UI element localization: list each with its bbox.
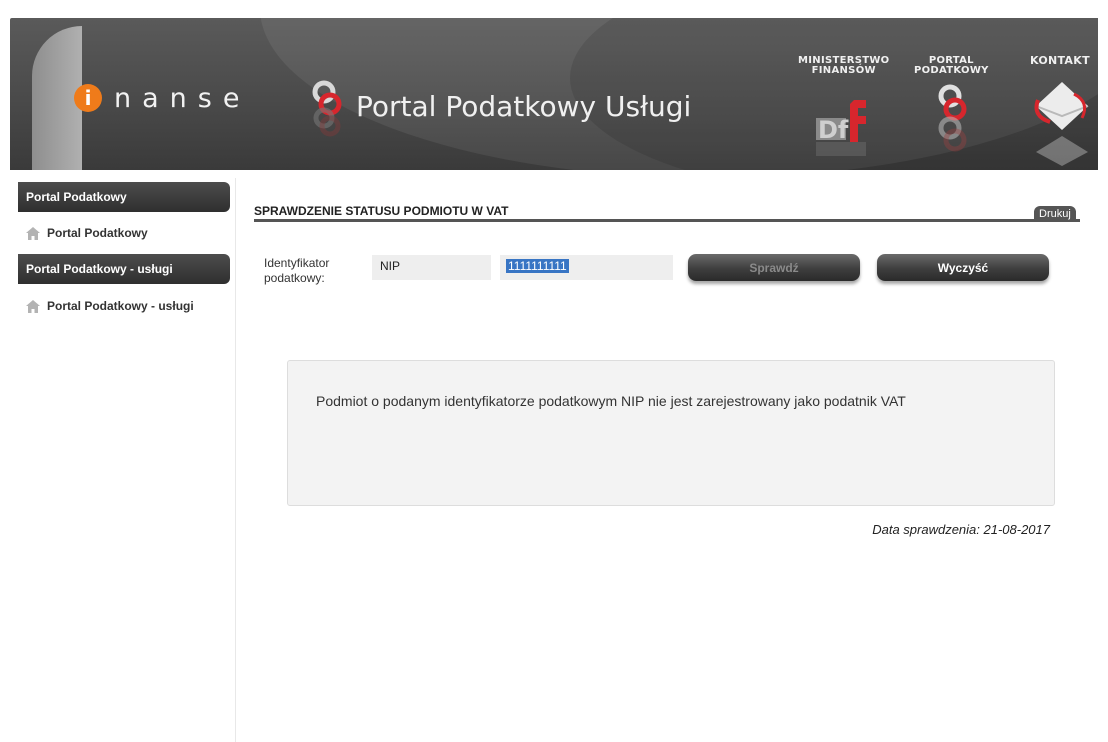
sidebar-section-portal-uslugi: Portal Podatkowy - usługi	[18, 254, 230, 284]
ministry-link-label: MINISTERSTWO FINANSÓW	[798, 55, 890, 76]
id-type-select[interactable]: NIP	[372, 255, 491, 280]
sidebar-item-portal-podatkowy[interactable]: Portal Podatkowy	[26, 226, 148, 240]
result-message: Podmiot o podanym identyfikatorze podatk…	[316, 393, 906, 409]
id-input-value[interactable]: 1111111111	[506, 259, 569, 273]
check-date: Data sprawdzenia: 21-08-2017	[872, 522, 1050, 537]
portal-podatkowy-link-label: PORTAL PODATKOWY	[914, 55, 989, 76]
contact-envelope-icon[interactable]	[1030, 76, 1094, 166]
sidebar-section-title: Portal Podatkowy - usługi	[26, 262, 173, 276]
page-header: i nanse Portal Podatkowy Usługi MINISTER…	[10, 18, 1098, 170]
portal-title: Portal Podatkowy Usługi	[356, 89, 692, 123]
sidebar-item-portal-uslugi[interactable]: Portal Podatkowy - usługi	[26, 299, 194, 313]
home-icon	[26, 226, 40, 240]
id-label: Identyfikator podatkowy:	[264, 256, 330, 285]
finanse-logo-text: nanse	[114, 82, 251, 114]
portal-podatkowy-link[interactable]: PORTAL PODATKOWY	[914, 46, 989, 76]
contact-link-label: KONTAKT	[1030, 54, 1090, 67]
sidebar-divider	[235, 178, 236, 742]
contact-link[interactable]: KONTAKT	[1030, 46, 1090, 66]
check-button[interactable]: Sprawdź	[688, 254, 860, 281]
sidebar-section-portal-podatkowy: Portal Podatkowy	[18, 182, 230, 212]
result-panel: Podmiot o podanym identyfikatorze podatk…	[287, 360, 1055, 506]
sidebar-item-label: Portal Podatkowy	[47, 226, 148, 240]
finanse-logo-i: i	[74, 84, 102, 112]
svg-text:Df: Df	[818, 116, 849, 144]
ministry-link[interactable]: MINISTERSTWO FINANSÓW	[798, 46, 889, 76]
portal-podatkowy-logo-icon	[312, 80, 342, 137]
portal-logo[interactable]: Portal Podatkowy Usługi	[306, 74, 691, 138]
mf-logo-icon[interactable]: Df	[814, 94, 874, 158]
home-icon	[26, 299, 40, 313]
portal-podatkowy-icon[interactable]	[930, 76, 974, 160]
print-button[interactable]: Drukuj	[1034, 206, 1076, 222]
sidebar-section-title: Portal Podatkowy	[26, 190, 127, 204]
sidebar-item-label: Portal Podatkowy - usługi	[47, 299, 194, 313]
clear-button[interactable]: Wyczyść	[877, 254, 1049, 281]
page-title: SPRAWDZENIE STATUSU PODMIOTU W VAT	[254, 204, 509, 218]
title-underline	[254, 219, 1080, 222]
finanse-logo[interactable]: i nanse	[74, 78, 250, 118]
